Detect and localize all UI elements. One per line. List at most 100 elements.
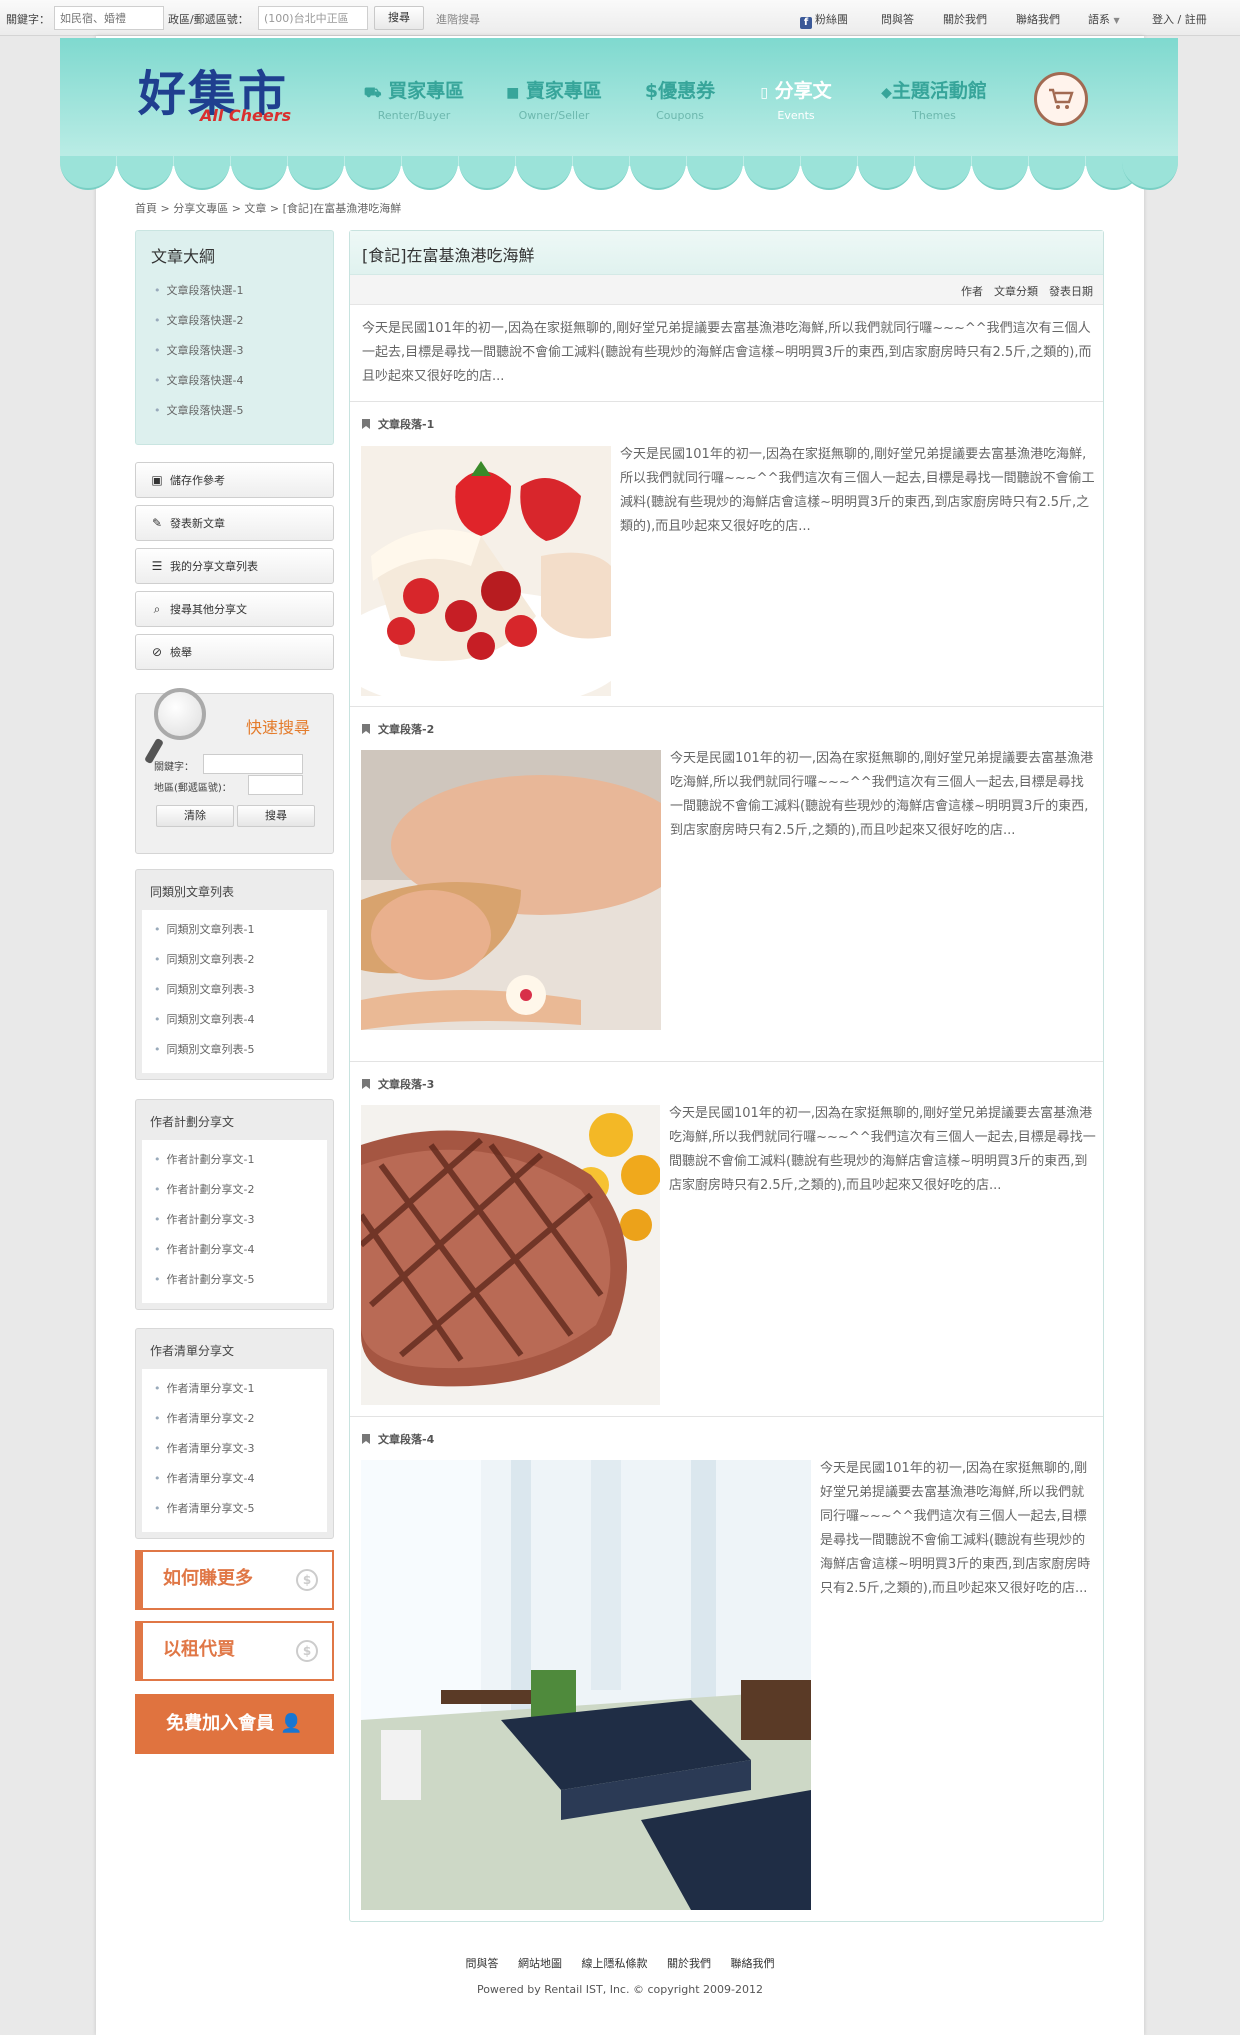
divider (350, 401, 1103, 402)
join-member-label: 免費加入會員 (166, 1713, 275, 1734)
nav-themes[interactable]: ◆主題活動館 Themes (864, 76, 1004, 122)
outline-item[interactable]: 文章段落快選-4 (154, 371, 333, 401)
nav-themes-label: 主題活動館 (891, 80, 987, 102)
footer-contact-link[interactable]: 聯絡我們 (731, 1957, 775, 1970)
area-input[interactable] (258, 6, 368, 30)
facebook-icon: f (800, 17, 812, 29)
clear-button[interactable]: 清除 (156, 805, 234, 827)
fans-label: 粉絲團 (815, 13, 848, 26)
search-articles-button[interactable]: ⌕ 搜尋其他分享文 (135, 591, 334, 627)
quick-keyword-label: 關鍵字： (154, 762, 194, 773)
breadcrumb: 首頁 > 分享文專區 > 文章 > [食記]在富基漁港吃海鮮 (135, 202, 402, 215)
list-item[interactable]: 同類別文章列表-3 (154, 980, 327, 1010)
divider (350, 1416, 1103, 1417)
divider (350, 1061, 1103, 1062)
nav-coupons-label: 優惠券 (658, 80, 716, 102)
footer-sitemap-link[interactable]: 網站地圖 (518, 1957, 562, 1970)
outline-title: 文章大綱 (151, 247, 216, 266)
list-icon: ☰ (151, 559, 163, 573)
section-heading-3: 文章段落-3 (362, 1076, 434, 1092)
article-meta: 作者 文章分類 發表日期 (961, 285, 1093, 298)
pencil-icon: ✎ (151, 516, 163, 530)
section-heading-4: 文章段落-4 (362, 1431, 434, 1447)
nav-coupons[interactable]: $優惠券 Coupons (620, 76, 740, 122)
language-label: 語系 (1088, 13, 1110, 26)
list-item[interactable]: 作者清單分享文-3 (154, 1439, 327, 1469)
save-reference-label: 儲存作參考 (170, 474, 225, 487)
tag-icon: ◆ (881, 85, 892, 101)
quick-area-input[interactable] (248, 775, 303, 795)
report-button[interactable]: ⊘ 檢舉 (135, 634, 334, 670)
outline-item[interactable]: 文章段落快選-5 (154, 401, 333, 431)
site-logo-sub: All Cheers (200, 106, 292, 125)
quick-search-title: 快速搜尋 (246, 718, 311, 737)
footer-about-link[interactable]: 關於我們 (667, 1957, 711, 1970)
save-icon: ▣ (151, 473, 163, 487)
earn-more-button[interactable]: 如何賺更多 $ (135, 1550, 334, 1610)
contact-link[interactable]: 聯絡我們 (1016, 11, 1060, 27)
user-icon: 👤 (280, 1713, 303, 1734)
list-item[interactable]: 同類別文章列表-4 (154, 1010, 327, 1040)
list-item[interactable]: 同類別文章列表-1 (154, 920, 327, 950)
report-label: 檢舉 (170, 646, 192, 659)
author-list-title: 作者清單分享文 (150, 1344, 235, 1358)
article-panel: [食記]在富基漁港吃海鮮 作者 文章分類 發表日期 今天是民國101年的初一,因… (349, 230, 1104, 1922)
quick-keyword-input[interactable] (203, 754, 303, 774)
dollar-icon: $ (644, 80, 659, 102)
nav-events-label: 分享文 (774, 80, 832, 102)
list-item[interactable]: 同類別文章列表-2 (154, 950, 327, 980)
advanced-search-link[interactable]: 進階搜尋 (436, 11, 480, 27)
list-item[interactable]: 作者計劃分享文-1 (154, 1150, 327, 1180)
save-reference-button[interactable]: ▣ 儲存作參考 (135, 462, 334, 498)
shopping-cart-button[interactable] (1034, 72, 1088, 126)
article-title-bar: [食記]在富基漁港吃海鮮 (350, 231, 1103, 275)
list-item[interactable]: 作者計劃分享文-2 (154, 1180, 327, 1210)
list-item[interactable]: 作者清單分享文-4 (154, 1469, 327, 1499)
login-link[interactable]: 登入 / 註冊 (1152, 11, 1207, 27)
rent-instead-button[interactable]: 以租代買 $ (135, 1621, 334, 1681)
list-item[interactable]: 作者計劃分享文-3 (154, 1210, 327, 1240)
quick-search-button[interactable]: 搜尋 (237, 805, 315, 827)
rent-instead-label: 以租代買 (163, 1639, 235, 1660)
new-article-button[interactable]: ✎ 發表新文章 (135, 505, 334, 541)
list-item[interactable]: 作者計劃分享文-5 (154, 1270, 327, 1300)
language-link[interactable]: 語系 ▼ (1088, 11, 1120, 27)
list-item[interactable]: 作者清單分享文-1 (154, 1379, 327, 1409)
same-category-box: 同類別文章列表 同類別文章列表-1 同類別文章列表-2 同類別文章列表-3 同類… (135, 869, 334, 1080)
keyword-input[interactable] (54, 6, 164, 30)
hotel-lounge-photo (361, 1460, 811, 1910)
footer: 問與答 網站地圖 線上隱私條款 關於我們 聯絡我們 Powered by Ren… (0, 1955, 1240, 1996)
divider (350, 706, 1103, 707)
list-item[interactable]: 作者清單分享文-2 (154, 1409, 327, 1439)
footer-privacy-link[interactable]: 線上隱私條款 (582, 1957, 648, 1970)
nav-buyer[interactable]: ⛟ 買家專區 Renter/Buyer (354, 76, 474, 122)
section-text-3: 今天是民國101年的初一,因為在家挺無聊的,剛好堂兄弟提議要去富基漁港吃海鮮,所… (669, 1106, 1096, 1193)
join-member-button[interactable]: 免費加入會員 👤 (135, 1694, 334, 1754)
nav-events[interactable]: ▯ 分享文 Events (736, 76, 856, 122)
my-articles-label: 我的分享文章列表 (170, 560, 258, 573)
list-item[interactable]: 作者計劃分享文-4 (154, 1240, 327, 1270)
fans-link[interactable]: f 粉絲團 (800, 11, 848, 29)
awning-scallops (60, 156, 1178, 190)
section-text-4: 今天是民國101年的初一,因為在家挺無聊的,剛好堂兄弟提議要去富基漁港吃海鮮,所… (820, 1461, 1091, 1596)
cart-icon: ⛟ (363, 85, 382, 101)
section-text-1: 今天是民國101年的初一,因為在家挺無聊的,剛好堂兄弟提議要去富基漁港吃海鮮,所… (620, 447, 1095, 534)
my-articles-button[interactable]: ☰ 我的分享文章列表 (135, 548, 334, 584)
search-button[interactable]: 搜尋 (374, 6, 424, 30)
nav-seller[interactable]: ■ 賣家專區 Owner/Seller (494, 76, 614, 122)
search-icon: ⌕ (153, 602, 161, 616)
area-label: 政區/郵遞區號： (168, 13, 249, 26)
document-icon: ▯ (760, 85, 769, 101)
quick-area-label: 地區(郵遞區號)： (154, 783, 232, 794)
briefcase-icon: ■ (506, 85, 520, 101)
faq-link[interactable]: 問與答 (881, 11, 914, 27)
about-link[interactable]: 關於我們 (943, 11, 987, 27)
list-item[interactable]: 同類別文章列表-5 (154, 1040, 327, 1070)
outline-item[interactable]: 文章段落快選-1 (154, 281, 333, 311)
outline-item[interactable]: 文章段落快選-3 (154, 341, 333, 371)
outline-item[interactable]: 文章段落快選-2 (154, 311, 333, 341)
article-intro: 今天是民國101年的初一,因為在家挺無聊的,剛好堂兄弟提議要去富基漁港吃海鮮,所… (362, 321, 1092, 384)
footer-faq-link[interactable]: 問與答 (466, 1957, 499, 1970)
top-bar: 關鍵字： 政區/郵遞區號： 搜尋 進階搜尋 f粉絲團 問與答 關於我們 聯絡我們… (0, 0, 1240, 36)
list-item[interactable]: 作者清單分享文-5 (154, 1499, 327, 1529)
